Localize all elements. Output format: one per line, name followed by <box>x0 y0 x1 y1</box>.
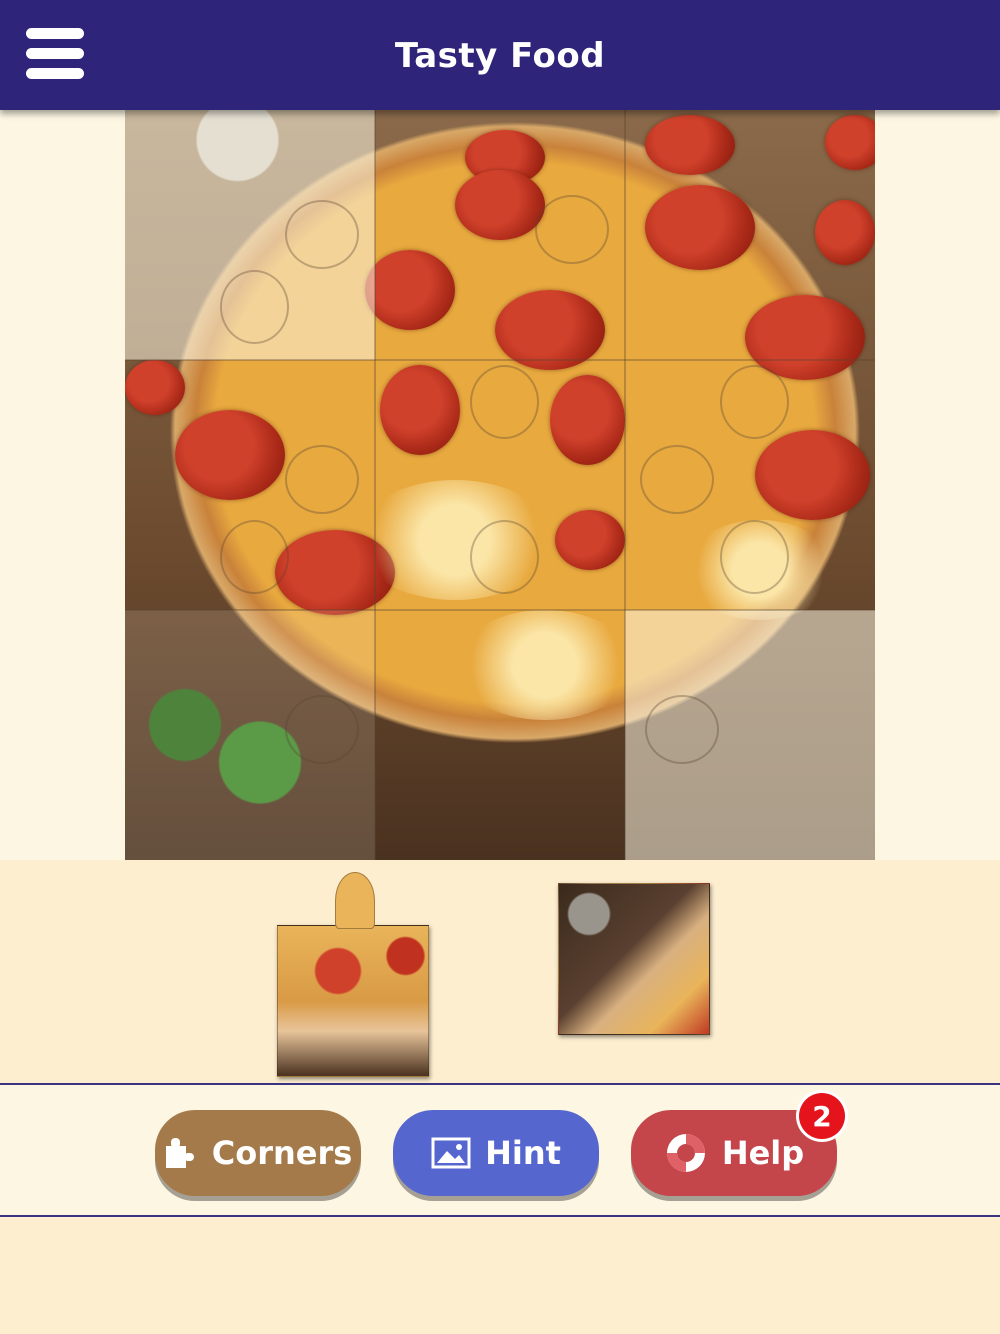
loose-piece-2[interactable] <box>558 883 710 1035</box>
page-title: Tasty Food <box>394 36 606 76</box>
top-bar: Tasty Food <box>0 0 1000 110</box>
bottom-area <box>0 1218 1000 1334</box>
puzzle-corner-icon <box>165 1138 194 1168</box>
lifebuoy-icon <box>666 1134 705 1172</box>
button-bar: Corners Hint Help <box>0 1085 1000 1217</box>
piece-tray <box>0 860 1000 1084</box>
loose-piece-1[interactable] <box>277 925 429 1077</box>
hint-label: Hint <box>485 1134 561 1172</box>
image-icon <box>431 1137 471 1169</box>
loose-piece-1-knob[interactable] <box>335 872 375 929</box>
corners-label: Corners <box>211 1134 353 1172</box>
help-count-badge: 2 <box>799 1093 845 1139</box>
help-label: Help <box>721 1134 805 1172</box>
puzzle-board[interactable] <box>125 110 875 860</box>
hint-button[interactable]: Hint <box>393 1110 599 1196</box>
corners-button[interactable]: Corners <box>155 1110 361 1196</box>
